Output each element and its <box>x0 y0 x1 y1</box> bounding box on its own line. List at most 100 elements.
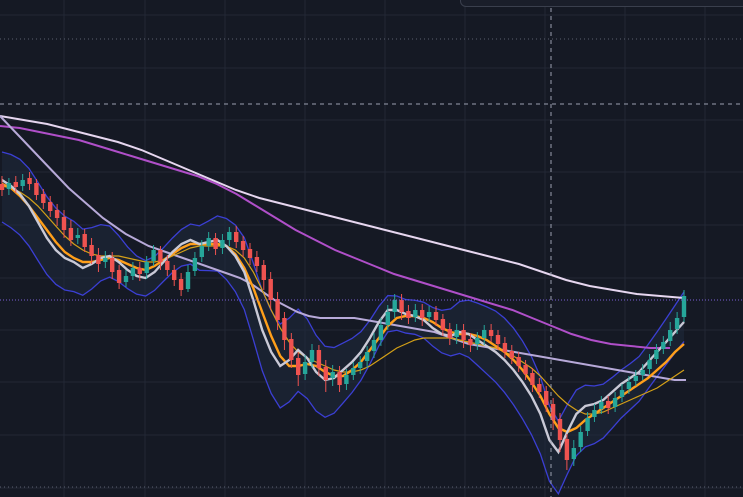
candle-body <box>461 330 466 340</box>
candle-body <box>599 402 604 409</box>
candle-body <box>82 234 87 247</box>
candle-body <box>123 276 129 282</box>
candle-body <box>309 350 315 362</box>
candle-body <box>488 330 494 336</box>
candle-body <box>399 300 404 312</box>
candle-body <box>27 178 32 184</box>
candle-body <box>316 350 322 368</box>
candle-body <box>681 296 687 317</box>
candle-body <box>509 351 514 358</box>
candle-body <box>323 367 328 380</box>
candle-body <box>392 300 397 312</box>
candle-body <box>289 339 294 360</box>
candle-body <box>185 272 191 289</box>
candle-body <box>468 339 473 345</box>
candle-body <box>68 228 74 240</box>
candle-body <box>240 241 246 250</box>
candle-body <box>296 358 301 375</box>
candle-body <box>502 343 508 352</box>
candle-body <box>302 362 308 374</box>
candle-body <box>647 360 652 369</box>
candle-body <box>640 370 645 375</box>
candle-body <box>585 418 590 431</box>
candle-body <box>351 368 356 375</box>
candle-body <box>254 257 260 266</box>
candle-body <box>654 350 659 359</box>
candle-body <box>550 404 556 420</box>
candle-body <box>433 312 439 320</box>
candle-body <box>406 311 411 318</box>
candle-body <box>523 365 528 374</box>
candle-body <box>564 439 570 460</box>
candle-body <box>557 419 563 440</box>
candle-body <box>371 340 377 351</box>
candle-body <box>544 391 549 405</box>
candle-body <box>426 312 432 317</box>
candle-body <box>275 299 280 320</box>
candle-body <box>661 342 666 349</box>
candle-body <box>234 232 239 242</box>
candle-body <box>619 390 625 397</box>
candle-body <box>61 217 67 230</box>
candle-body <box>447 329 452 338</box>
candle-body <box>633 376 638 381</box>
candle-body <box>454 330 459 337</box>
candle-body <box>358 362 363 368</box>
candle-body <box>137 268 142 274</box>
candle-body <box>378 325 384 340</box>
chart-window[interactable] <box>0 0 743 497</box>
candle-body <box>151 250 156 261</box>
candle-body <box>103 258 108 262</box>
candle-body <box>668 330 673 341</box>
candle-body <box>6 183 12 189</box>
candle-body <box>475 338 480 344</box>
candle-body <box>158 250 163 262</box>
candle-body <box>206 238 211 246</box>
candle-body <box>110 258 115 272</box>
candle-body <box>199 246 204 257</box>
candle-body <box>130 268 136 276</box>
candle-body <box>96 255 101 264</box>
candle-body <box>172 270 177 280</box>
candle-body <box>34 183 39 195</box>
candle-body <box>116 270 122 283</box>
candle-body <box>385 312 390 325</box>
candle-body <box>337 372 342 385</box>
candle-body <box>674 318 680 329</box>
candle-body <box>247 249 253 258</box>
candle-body <box>0 184 5 190</box>
candle-body <box>344 375 349 384</box>
candle-body <box>13 182 18 187</box>
candle-body <box>495 335 501 344</box>
candle-body <box>413 310 418 317</box>
candle-body <box>330 372 335 378</box>
candle-body <box>192 258 198 271</box>
candle-body <box>282 318 287 340</box>
candle-body <box>612 398 618 407</box>
candle-body <box>261 265 266 280</box>
candle-body <box>578 432 583 447</box>
top-toolbar-strip <box>460 0 743 7</box>
candle-body <box>530 373 535 385</box>
candle-body <box>48 202 53 211</box>
candle-body <box>571 448 576 459</box>
price-chart[interactable] <box>0 0 743 497</box>
candle-body <box>89 245 94 256</box>
candle-body <box>516 357 521 366</box>
candle-body <box>364 352 370 361</box>
candle-body <box>626 382 632 389</box>
candle-body <box>54 210 60 218</box>
candle-body <box>144 262 149 273</box>
candle-body <box>537 384 542 392</box>
candle-body <box>20 180 25 186</box>
candle-body <box>178 279 184 290</box>
candle-body <box>592 410 597 417</box>
candle-body <box>213 238 218 249</box>
candle-body <box>440 319 446 330</box>
candle-body <box>268 279 273 300</box>
candle-body <box>482 330 487 338</box>
candle-body <box>220 240 225 248</box>
candle-body <box>227 232 232 240</box>
candle-body <box>75 235 80 238</box>
candle-body <box>606 401 611 408</box>
